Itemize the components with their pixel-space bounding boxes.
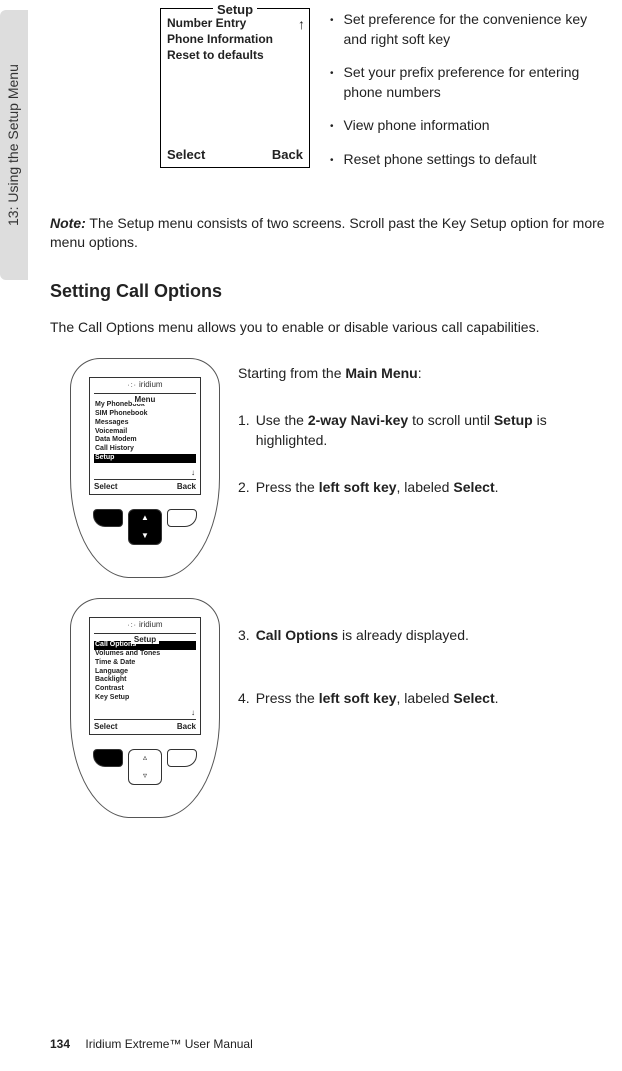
- softkey-back: Back: [177, 721, 196, 732]
- setup-item: Reset to defaults: [167, 47, 303, 63]
- setup-item: Number Entry: [167, 15, 303, 31]
- menu-item-highlighted: Setup: [94, 454, 196, 463]
- bullet-text: Set your prefix preference for entering …: [344, 63, 612, 102]
- right-soft-key-icon: [167, 509, 197, 527]
- navi-key-icon: ▲▼: [128, 509, 162, 545]
- feature-bullets: • Set preference for the convenience key …: [330, 10, 612, 184]
- scroll-up-arrow: ↑: [298, 15, 305, 34]
- menu-list: My Phonebook SIM Phonebook Messages Voic…: [90, 401, 200, 462]
- menu-item: Backlight: [94, 676, 196, 685]
- phone-illustration-setup: iridium Setup Call Options Volumes and T…: [70, 598, 220, 818]
- softkey-select: Select: [94, 481, 118, 492]
- screen-title: Menu: [132, 395, 159, 404]
- bullet-icon: •: [330, 67, 334, 102]
- phone-illustration-menu: iridium Menu My Phonebook SIM Phonebook …: [70, 358, 220, 578]
- note-text: The Setup menu consists of two screens. …: [50, 215, 605, 251]
- menu-item: Voicemail: [94, 428, 196, 437]
- step-1: 1. Use the 2-way Navi-key to scroll unti…: [238, 411, 612, 450]
- setup-item: Phone Information: [167, 31, 303, 47]
- bullet-icon: •: [330, 14, 334, 49]
- menu-item: Messages: [94, 419, 196, 428]
- left-soft-key-icon: [93, 749, 123, 767]
- setup-screen-box: Setup ↑ Number Entry Phone Information R…: [160, 8, 310, 168]
- menu-item: Time & Date: [94, 659, 196, 668]
- menu-list: Call Options Volumes and Tones Time & Da…: [90, 641, 200, 702]
- page-number: 134: [50, 1037, 70, 1051]
- menu-item: Data Modem: [94, 436, 196, 445]
- step-4: 4. Press the left soft key, labeled Sele…: [238, 689, 612, 709]
- bullet-icon: •: [330, 120, 334, 136]
- softkey-select: Select: [94, 721, 118, 732]
- manual-title: Iridium Extreme™ User Manual: [85, 1037, 252, 1051]
- section-heading: Setting Call Options: [50, 279, 612, 304]
- menu-item: Contrast: [94, 685, 196, 694]
- note-paragraph: Note: The Setup menu consists of two scr…: [50, 214, 612, 253]
- step-3: 3. Call Options is already displayed.: [238, 626, 612, 646]
- phone-screen: iridium Menu My Phonebook SIM Phonebook …: [89, 377, 201, 495]
- menu-item: Volumes and Tones: [94, 650, 196, 659]
- bullet-text: Set preference for the convenience key a…: [344, 10, 612, 49]
- intro-line: Starting from the Main Menu:: [238, 364, 612, 384]
- right-soft-key-icon: [167, 749, 197, 767]
- softkey-select: Select: [167, 146, 205, 164]
- softkey-back: Back: [272, 146, 303, 164]
- brand-label: iridium: [90, 378, 200, 391]
- section-intro: The Call Options menu allows you to enab…: [50, 318, 612, 338]
- note-label: Note:: [50, 215, 86, 231]
- brand-label: iridium: [90, 618, 200, 631]
- side-tab: 13: Using the Setup Menu: [0, 10, 28, 280]
- step-2: 2. Press the left soft key, labeled Sele…: [238, 478, 612, 498]
- page-footer: 134 Iridium Extreme™ User Manual: [50, 1036, 253, 1053]
- menu-item: SIM Phonebook: [94, 410, 196, 419]
- bullet-icon: •: [330, 154, 334, 170]
- phone-screen: iridium Setup Call Options Volumes and T…: [89, 617, 201, 735]
- menu-item: Language: [94, 668, 196, 677]
- menu-item: Call History: [94, 445, 196, 454]
- bullet-text: Reset phone settings to default: [344, 150, 537, 170]
- left-soft-key-icon: [93, 509, 123, 527]
- scroll-down-arrow: ↓: [191, 707, 195, 718]
- scroll-down-arrow: ↓: [191, 467, 195, 478]
- softkey-back: Back: [177, 481, 196, 492]
- screen-title: Setup: [131, 635, 159, 644]
- bullet-text: View phone information: [344, 116, 490, 136]
- menu-item: Key Setup: [94, 694, 196, 703]
- navi-key-icon: ▵▿: [128, 749, 162, 785]
